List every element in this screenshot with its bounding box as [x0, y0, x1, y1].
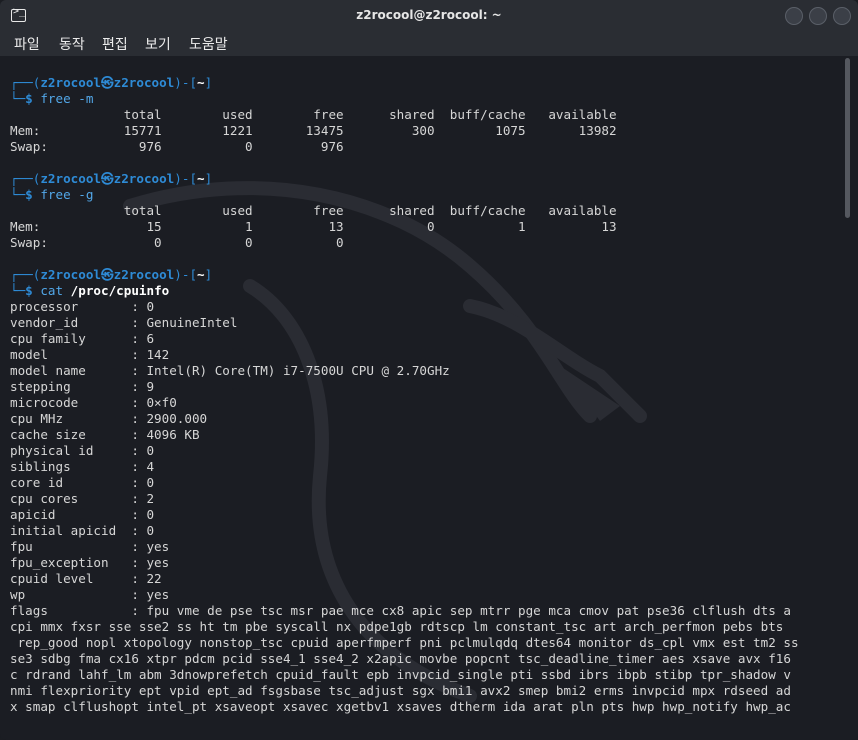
- cpuinfo-line: processor : 0: [10, 299, 155, 314]
- title-bar[interactable]: >_ z2rocool@z2rocool: ~: [0, 0, 858, 32]
- prompt-line: ┌──(z2rocool㉿z2rocool)-[~]: [10, 267, 213, 282]
- terminal-window: >_ z2rocool@z2rocool: ~ 파일 동작 편집 보기 도움말 …: [0, 0, 858, 740]
- menu-file[interactable]: 파일: [14, 34, 40, 54]
- prompt-line: ┌──(z2rocool㉿z2rocool)-[~]: [10, 171, 213, 186]
- cpuinfo-line: vendor_id : GenuineIntel: [10, 315, 238, 330]
- command-line: └─$ cat /proc/cpuinfo: [10, 283, 170, 298]
- cpuinfo-line: rep_good nopl xtopology nonstop_tsc cpui…: [10, 635, 799, 650]
- cpuinfo-line: physical id : 0: [10, 443, 155, 458]
- free-m-mem: Mem: 15771 1221 13475 300 1075 13982: [10, 123, 617, 138]
- menu-help[interactable]: 도움말: [189, 34, 228, 54]
- cpuinfo-line: cpi mmx fxsr sse sse2 ss ht tm pbe sysca…: [10, 619, 784, 634]
- scrollbar-thumb[interactable]: [845, 58, 850, 218]
- cpuinfo-line: siblings : 4: [10, 459, 155, 474]
- cpuinfo-line: fpu_exception : yes: [10, 555, 170, 570]
- cpuinfo-line: c rdrand lahf_lm abm 3dnowprefetch cpuid…: [10, 667, 791, 682]
- menu-actions[interactable]: 동작: [59, 34, 85, 54]
- cpuinfo-line: nmi flexpriority ept vpid ept_ad fsgsbas…: [10, 683, 791, 698]
- cpuinfo-line: model : 142: [10, 347, 170, 362]
- menu-view[interactable]: 보기: [145, 34, 171, 54]
- cpuinfo-line: stepping : 9: [10, 379, 155, 394]
- cpuinfo-line: flags : fpu vme de pse tsc msr pae mce c…: [10, 603, 791, 618]
- cpuinfo-line: cpu MHz : 2900.000: [10, 411, 208, 426]
- maximize-button[interactable]: [809, 7, 827, 25]
- minimize-button[interactable]: [785, 7, 803, 25]
- close-button[interactable]: [833, 7, 851, 25]
- cpuinfo-line: cpuid level : 22: [10, 571, 162, 586]
- free-g-mem: Mem: 15 1 13 0 1 13: [10, 219, 617, 234]
- cpuinfo-line: model name : Intel(R) Core(TM) i7-7500U …: [10, 363, 450, 378]
- window-title: z2rocool@z2rocool: ~: [356, 8, 502, 22]
- free-g-header: total used free shared buff/cache availa…: [10, 203, 617, 218]
- cpuinfo-line: cpu family : 6: [10, 331, 155, 346]
- cpuinfo-line: x smap clflushopt intel_pt xsaveopt xsav…: [10, 699, 791, 714]
- menu-edit[interactable]: 편집: [102, 34, 128, 54]
- cpuinfo-line: microcode : 0×f0: [10, 395, 177, 410]
- cpuinfo-line: initial apicid : 0: [10, 523, 155, 538]
- cpuinfo-line: cache size : 4096 KB: [10, 427, 200, 442]
- cpuinfo-line: se3 sdbg fma cx16 xtpr pdcm pcid sse4_1 …: [10, 651, 791, 666]
- free-g-swap: Swap: 0 0 0: [10, 235, 344, 250]
- command-line: └─$ free -g: [10, 187, 94, 202]
- cpuinfo-line: wp : yes: [10, 587, 170, 602]
- free-m-swap: Swap: 976 0 976: [10, 139, 344, 154]
- cpuinfo-line: fpu : yes: [10, 539, 170, 554]
- command-line: └─$ free -m: [10, 91, 94, 106]
- cpuinfo-line: cpu cores : 2: [10, 491, 155, 506]
- terminal-output[interactable]: ┌──(z2rocool㉿z2rocool)-[~] └─$ free -m t…: [0, 56, 858, 740]
- cpuinfo-line: core id : 0: [10, 475, 155, 490]
- cpuinfo-line: apicid : 0: [10, 507, 155, 522]
- free-m-header: total used free shared buff/cache availa…: [10, 107, 617, 122]
- menu-bar: 파일 동작 편집 보기 도움말: [0, 32, 858, 56]
- prompt-line: ┌──(z2rocool㉿z2rocool)-[~]: [10, 75, 213, 90]
